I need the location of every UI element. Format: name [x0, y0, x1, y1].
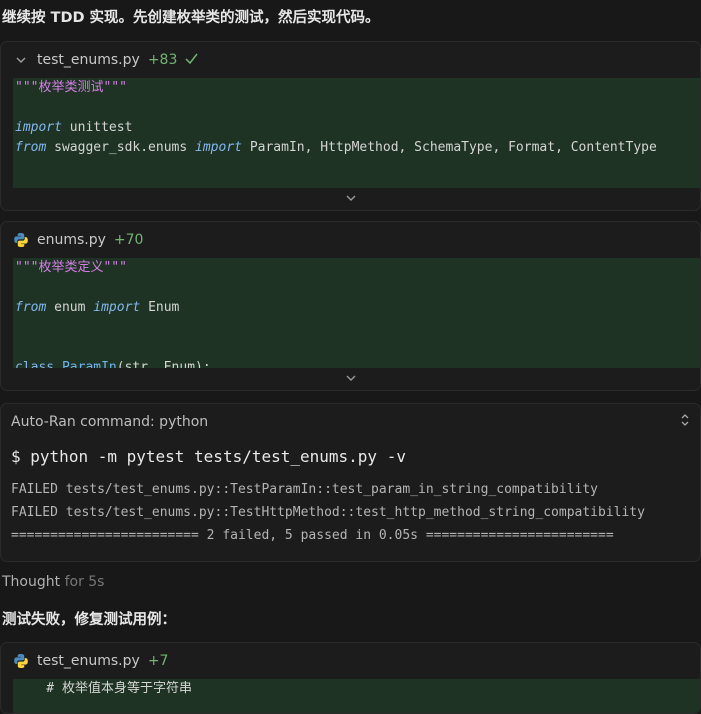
thought-indicator[interactable]: Thought for 5s: [2, 574, 104, 590]
thought-duration: for 5s: [64, 574, 105, 590]
check-icon: [185, 52, 198, 68]
additions-count: +70: [113, 232, 144, 248]
terminal-command-card: Auto-Ran command: python $ python -m pyt…: [0, 403, 701, 562]
terminal-output-line: ======================== 2 failed, 5 pas…: [11, 528, 614, 543]
python-icon: [13, 653, 29, 669]
file-edit-header[interactable]: enums.py +70: [1, 222, 700, 258]
assistant-message-intro: 继续按 TDD 实现。先创建枚举类的测试，然后实现代码。: [2, 10, 380, 26]
file-edit-card-test-enums: test_enums.py +83 """枚举类测试""" import unit…: [0, 41, 701, 211]
file-name[interactable]: test_enums.py: [37, 653, 140, 669]
code-token: ParamIn, HttpMethod, SchemaType, Format,…: [242, 140, 657, 155]
expand-code-button[interactable]: [1, 368, 700, 388]
code-token: class: [15, 360, 55, 368]
code-line: """枚举类测试""": [13, 78, 700, 98]
assistant-message-fix: 测试失败，修复测试用例：: [2, 612, 176, 628]
additions-count: +83: [147, 52, 178, 68]
code-token: enum: [46, 300, 94, 315]
file-name[interactable]: test_enums.py: [37, 52, 140, 68]
chevron-down-icon[interactable]: [346, 372, 356, 385]
prompt-symbol: $: [11, 447, 21, 466]
code-token: swagger_sdk.enums: [46, 140, 196, 155]
additions-count: +7: [147, 653, 169, 669]
code-token: from: [15, 140, 47, 155]
code-line: import unittest: [13, 118, 700, 138]
file-edit-card-enums: enums.py +70 """枚举类定义""" from enum import…: [0, 221, 701, 391]
code-preview: """枚举类测试""" import unittest from swagger_s…: [13, 78, 700, 188]
terminal-command-line: $ python -m pytest tests/test_enums.py -…: [11, 440, 700, 474]
terminal-title: Auto-Ran command: python: [11, 414, 209, 430]
file-edit-header[interactable]: test_enums.py +7: [1, 643, 700, 679]
code-preview: """枚举类定义""" from enum import Enum class Pa…: [13, 258, 700, 368]
code-line: from enum import Enum: [13, 298, 700, 318]
file-edit-header[interactable]: test_enums.py +83: [1, 42, 700, 78]
python-icon: [13, 232, 29, 248]
code-line: """枚举类定义""": [13, 258, 700, 278]
chevron-down-icon[interactable]: [346, 192, 356, 205]
file-name[interactable]: enums.py: [37, 232, 106, 248]
terminal-output-line: FAILED tests/test_enums.py::TestHttpMeth…: [11, 505, 645, 520]
code-token: import: [93, 300, 141, 315]
chevron-down-icon[interactable]: [13, 57, 29, 64]
terminal-header[interactable]: Auto-Ran command: python: [1, 404, 700, 440]
terminal-command: python -m pytest tests/test_enums.py -v: [30, 447, 406, 466]
code-token: """枚举类测试""": [15, 80, 127, 95]
expand-code-button[interactable]: [1, 188, 700, 208]
code-line: # 枚举值本身等于字符串: [13, 679, 700, 699]
terminal-body: $ python -m pytest tests/test_enums.py -…: [1, 440, 700, 547]
thought-label: Thought: [2, 574, 61, 590]
code-token: (str, Enum):: [116, 360, 211, 368]
code-token: import: [195, 140, 242, 155]
code-token: Enum: [140, 300, 180, 315]
code-token: from: [15, 300, 47, 315]
chevron-updown-icon[interactable]: [680, 413, 690, 431]
code-token: """枚举类定义""": [15, 260, 127, 275]
terminal-output-line: FAILED tests/test_enums.py::TestParamIn:…: [11, 482, 598, 497]
code-token: unittest: [61, 120, 133, 135]
code-token: import: [15, 120, 62, 135]
code-token: ParamIn: [61, 360, 117, 368]
code-line: class ParamIn(str, Enum):: [13, 358, 700, 368]
code-line: from swagger_sdk.enums import ParamIn, H…: [13, 138, 700, 158]
file-edit-card-test-enums-fix: test_enums.py +7 # 枚举值本身等于字符串: [0, 642, 701, 714]
code-token: # 枚举值本身等于字符串: [15, 681, 192, 696]
code-preview: # 枚举值本身等于字符串: [13, 679, 700, 713]
